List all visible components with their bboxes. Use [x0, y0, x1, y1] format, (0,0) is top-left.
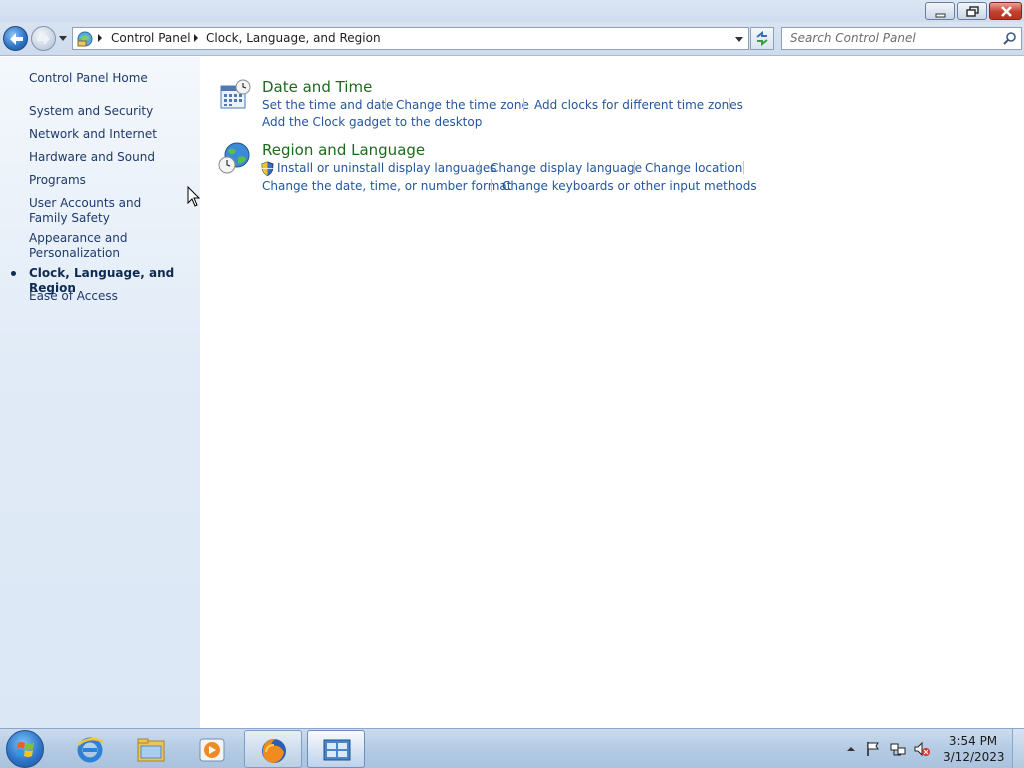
- current-item-bullet: [11, 271, 16, 276]
- minimize-button[interactable]: [925, 2, 955, 20]
- sidebar-item-hardware-sound[interactable]: Hardware and Sound: [29, 150, 194, 165]
- date-and-time-heading[interactable]: Date and Time: [262, 78, 372, 96]
- add-clock-gadget-link[interactable]: Add the Clock gadget to the desktop: [262, 115, 482, 129]
- link-separator: [729, 98, 730, 111]
- sidebar-item-network-internet[interactable]: Network and Internet: [29, 127, 194, 142]
- window-title-bar: [0, 0, 1024, 22]
- clock-time: 3:54 PM: [948, 734, 998, 748]
- taskbar-firefox[interactable]: [244, 730, 302, 768]
- sidebar-item-ease-of-access[interactable]: Ease of Access: [29, 289, 194, 304]
- taskbar-media-player[interactable]: [183, 730, 241, 768]
- link-separator: [479, 161, 480, 174]
- calendar-clock-icon[interactable]: [218, 78, 252, 112]
- uac-shield-icon: [261, 161, 274, 176]
- show-desktop-button[interactable]: [1012, 729, 1024, 768]
- address-bar[interactable]: Control Panel Clock, Language, and Regio…: [72, 27, 749, 50]
- back-arrow-icon: [10, 33, 23, 45]
- navigation-bar: Control Panel Clock, Language, and Regio…: [0, 22, 1024, 56]
- network-icon[interactable]: [890, 741, 906, 757]
- sidebar-item-user-accounts[interactable]: User Accounts and Family Safety: [29, 196, 179, 226]
- windows-logo-icon: [16, 742, 34, 757]
- change-time-zone-link[interactable]: Change the time zone: [396, 98, 529, 112]
- link-separator: [385, 98, 386, 111]
- change-display-language-link[interactable]: Change display language: [490, 161, 642, 175]
- minimize-icon: [935, 13, 946, 18]
- control-panel-icon: [77, 31, 93, 47]
- search-box[interactable]: Search Control Panel: [781, 27, 1022, 50]
- refresh-button[interactable]: [750, 27, 774, 50]
- taskbar-control-panel[interactable]: [307, 730, 365, 768]
- recent-pages-dropdown[interactable]: [57, 32, 69, 44]
- add-clocks-link[interactable]: Add clocks for different time zones: [534, 98, 743, 112]
- sidebar-item-appearance[interactable]: Appearance and Personalization: [29, 231, 139, 261]
- restore-icon: [966, 6, 979, 17]
- chevron-down-icon: [59, 36, 67, 41]
- taskbar: 3:54 PM 3/12/2023: [0, 728, 1024, 768]
- action-center-flag-icon[interactable]: [865, 741, 881, 757]
- link-separator: [523, 98, 524, 111]
- link-separator: [743, 161, 744, 174]
- media-player-icon: [199, 738, 225, 762]
- left-navigation-pane: Control Panel Home System and Security N…: [0, 57, 200, 728]
- breadcrumb-clock-language-region[interactable]: Clock, Language, and Region: [206, 31, 381, 45]
- change-keyboards-link[interactable]: Change keyboards or other input methods: [502, 179, 757, 193]
- sidebar-item-system-security[interactable]: System and Security: [29, 104, 194, 119]
- taskbar-internet-explorer[interactable]: [61, 730, 119, 768]
- breadcrumb-separator[interactable]: [98, 34, 102, 42]
- change-date-time-format-link[interactable]: Change the date, time, or number format: [262, 179, 511, 193]
- volume-muted-icon[interactable]: [914, 741, 930, 757]
- show-hidden-icons-icon[interactable]: [843, 741, 859, 757]
- sidebar-item-programs[interactable]: Programs: [29, 173, 194, 188]
- clock-date: 3/12/2023: [943, 750, 1005, 764]
- breadcrumb-separator[interactable]: [194, 34, 198, 42]
- refresh-icon: [756, 30, 768, 47]
- close-button[interactable]: [989, 2, 1022, 20]
- maximize-button[interactable]: [957, 2, 987, 20]
- install-display-languages-link[interactable]: Install or uninstall display languages: [277, 161, 497, 175]
- control-panel-home-link[interactable]: Control Panel Home: [29, 71, 194, 86]
- main-content: Date and Time Set the time and date Chan…: [200, 57, 1024, 728]
- search-icon[interactable]: [1002, 31, 1017, 46]
- link-separator: [634, 161, 635, 174]
- control-panel-icon: [323, 739, 351, 761]
- region-and-language-heading[interactable]: Region and Language: [262, 141, 425, 159]
- close-icon: [1001, 6, 1012, 17]
- breadcrumb-control-panel[interactable]: Control Panel: [111, 31, 191, 45]
- internet-explorer-icon: [77, 737, 104, 763]
- system-clock[interactable]: 3:54 PM 3/12/2023: [943, 733, 1005, 765]
- mouse-cursor-icon: [187, 186, 201, 207]
- change-location-link[interactable]: Change location: [645, 161, 742, 175]
- forward-button[interactable]: [31, 26, 56, 51]
- back-button[interactable]: [3, 26, 28, 51]
- forward-arrow-icon: [37, 33, 50, 45]
- start-button[interactable]: [6, 730, 44, 768]
- firefox-icon: [262, 739, 286, 763]
- folder-icon: [137, 738, 165, 762]
- search-input[interactable]: Search Control Panel: [790, 31, 916, 45]
- link-separator: [491, 179, 492, 192]
- taskbar-windows-explorer[interactable]: [122, 730, 180, 768]
- set-time-date-link[interactable]: Set the time and date: [262, 98, 393, 112]
- globe-clock-icon[interactable]: [218, 141, 252, 175]
- chevron-down-icon[interactable]: [732, 32, 746, 46]
